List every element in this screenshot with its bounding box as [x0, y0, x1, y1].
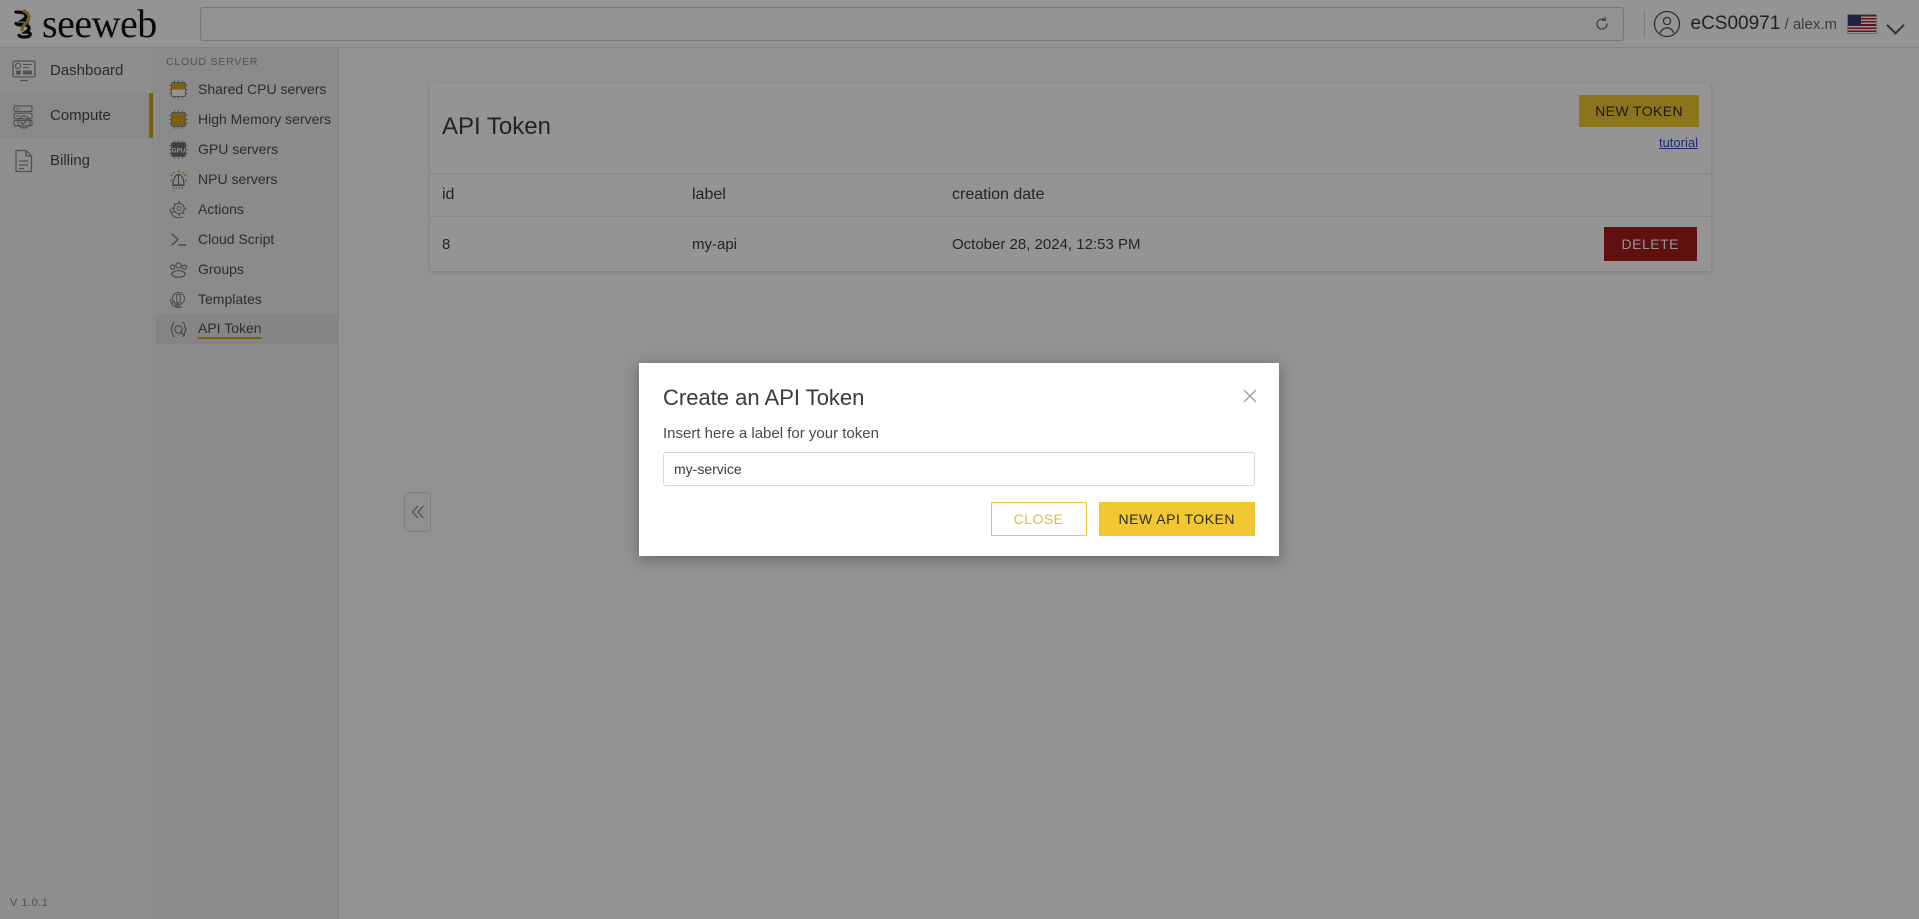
- app-root: seeweb eCS00971 / alex.m Dashboard Compu…: [0, 0, 1919, 919]
- create-api-token-modal: Create an API Token Insert here a label …: [639, 363, 1279, 556]
- close-x-icon[interactable]: [1239, 385, 1261, 407]
- token-label-input[interactable]: [663, 452, 1255, 486]
- modal-title: Create an API Token: [663, 385, 865, 410]
- modal-actions: CLOSE NEW API TOKEN: [663, 502, 1255, 536]
- new-api-token-submit-button[interactable]: NEW API TOKEN: [1098, 502, 1255, 536]
- close-button[interactable]: CLOSE: [990, 502, 1087, 536]
- modal-description: Insert here a label for your token: [663, 425, 879, 442]
